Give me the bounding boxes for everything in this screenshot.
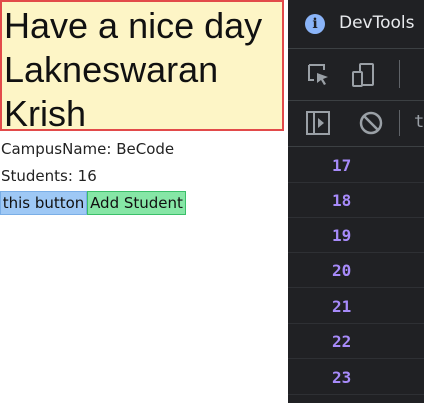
line-number: 19 [332, 226, 352, 245]
campus-name: CampusName: BeCode [1, 140, 175, 158]
code-line: 21 [288, 289, 424, 324]
line-number: 23 [332, 368, 352, 387]
code-line: 23 [288, 360, 424, 395]
toolbar-divider [399, 110, 400, 136]
inspect-element-icon[interactable] [306, 62, 332, 88]
add-student-button[interactable]: Add Student [87, 191, 186, 215]
code-line: 20 [288, 253, 424, 288]
this-button[interactable]: this button [0, 191, 87, 215]
name-line: Lakneswaran [4, 49, 219, 90]
line-number: 18 [332, 191, 352, 210]
line-number: 17 [332, 156, 352, 175]
greeting-line: Have a nice day [4, 5, 263, 46]
code-line: 17 [288, 148, 424, 183]
toolbar-divider [399, 60, 400, 88]
devtools-header: i DevTools [288, 0, 424, 49]
code-line: 18 [288, 183, 424, 218]
students-count: Students: 16 [1, 167, 97, 185]
page-content: Have a nice day Lakneswaran Krish Campus… [0, 0, 288, 403]
console-toolbar: t [288, 100, 424, 147]
code-line: 22 [288, 324, 424, 359]
info-icon: i [305, 14, 325, 34]
code-line: 19 [288, 218, 424, 253]
devtools-title: DevTools [339, 13, 415, 33]
line-number: 21 [332, 297, 352, 316]
clear-console-icon[interactable] [358, 110, 384, 136]
devtools-toolbar [288, 48, 424, 101]
device-toggle-icon[interactable] [350, 61, 378, 89]
toggle-sidebar-icon[interactable] [305, 110, 331, 136]
truncated-toolbar-label: t [414, 112, 424, 132]
line-number: 22 [332, 332, 352, 351]
name-line: Krish [4, 93, 87, 134]
greeting-box: Have a nice day Lakneswaran Krish [0, 0, 284, 134]
devtools-panel: i DevTools t 17 18 19 20 21 22 23 [288, 0, 424, 403]
line-number: 20 [332, 261, 352, 280]
